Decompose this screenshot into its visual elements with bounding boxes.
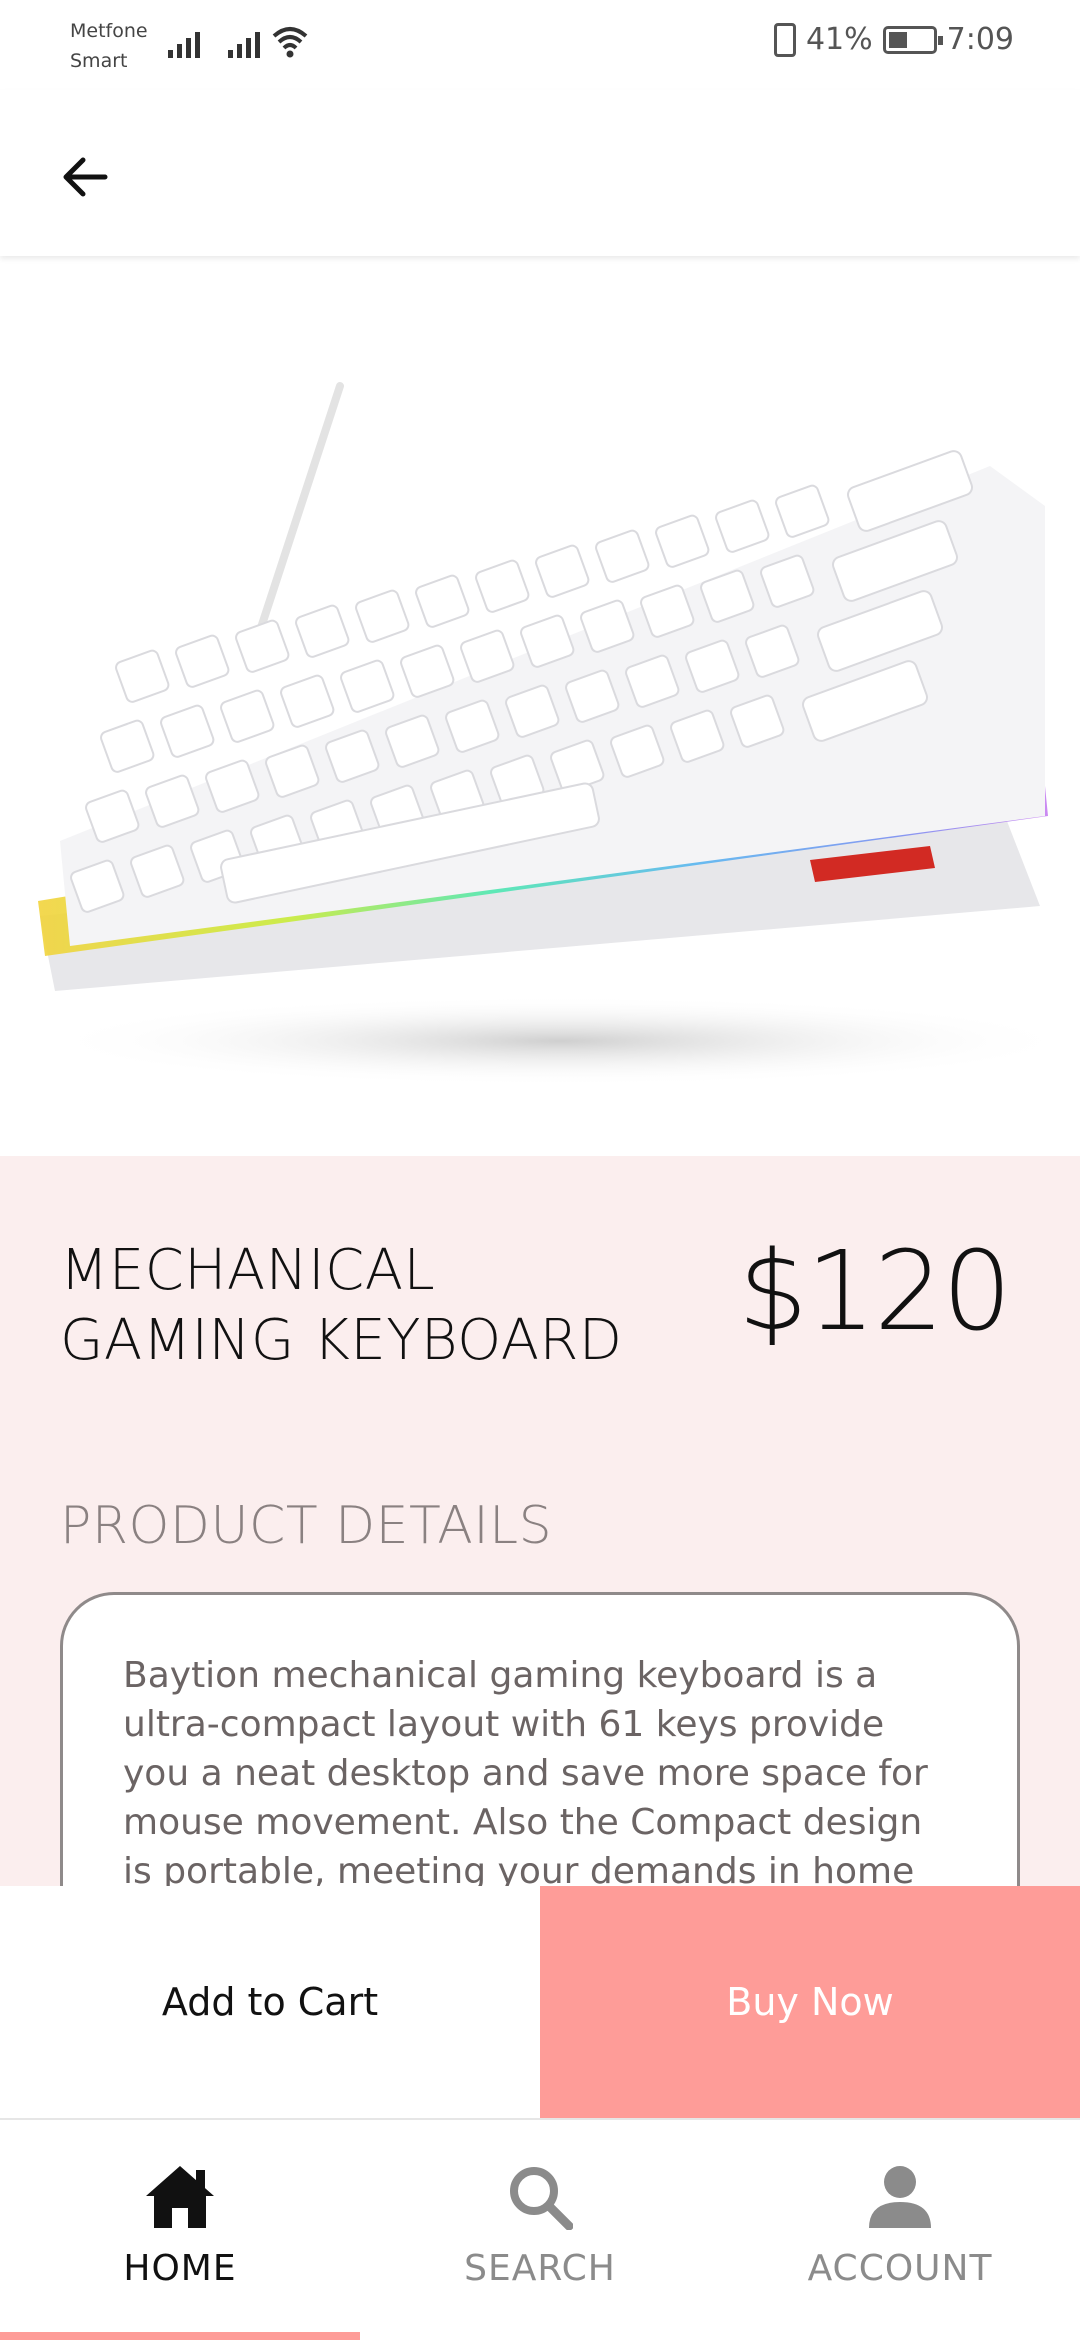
clock: 7:09 — [946, 22, 1014, 57]
nav-item-search[interactable]: SEARCH — [360, 2120, 720, 2340]
battery-percent: 41% — [805, 22, 873, 57]
active-tab-indicator — [0, 2332, 360, 2340]
product-info: MECHANICAL GAMING KEYBOARD $120 PRODUCT … — [0, 1156, 1080, 2012]
account-icon — [869, 2166, 931, 2228]
nav-label-search: SEARCH — [464, 2248, 616, 2289]
back-button[interactable] — [50, 142, 120, 212]
wifi-icon — [272, 27, 308, 58]
status-bar: Metfone Smart 41% 7:09 — [0, 0, 1080, 90]
search-icon — [510, 2167, 573, 2230]
arrow-left-icon — [63, 157, 108, 197]
nav-label-account: ACCOUNT — [807, 2248, 993, 2289]
battery-icon — [882, 25, 943, 54]
add-to-cart-button[interactable]: Add to Cart — [0, 1886, 540, 2118]
nav-item-account[interactable]: ACCOUNT — [720, 2120, 1080, 2340]
vibrate-icon — [773, 22, 796, 57]
signal-icon — [168, 26, 200, 58]
product-title: MECHANICAL GAMING KEYBOARD — [60, 1238, 623, 1373]
nav-label-home: HOME — [123, 2248, 237, 2289]
buy-now-button[interactable]: Buy Now — [540, 1886, 1080, 2118]
product-price: $120 — [738, 1227, 1012, 1355]
carrier-name: Metfone Smart — [70, 20, 148, 72]
product-image — [0, 256, 1080, 1156]
app-bar — [0, 90, 1080, 256]
bottom-nav: HOME SEARCH ACCOUNT — [0, 2118, 1080, 2340]
details-heading: PRODUCT DETAILS — [60, 1496, 553, 1556]
signal-icon — [228, 26, 260, 58]
keyboard-image — [38, 382, 1080, 1086]
nav-item-home[interactable]: HOME — [0, 2120, 360, 2340]
home-icon — [146, 2166, 214, 2228]
action-bar: Add to Cart Buy Now — [0, 1886, 1080, 2118]
